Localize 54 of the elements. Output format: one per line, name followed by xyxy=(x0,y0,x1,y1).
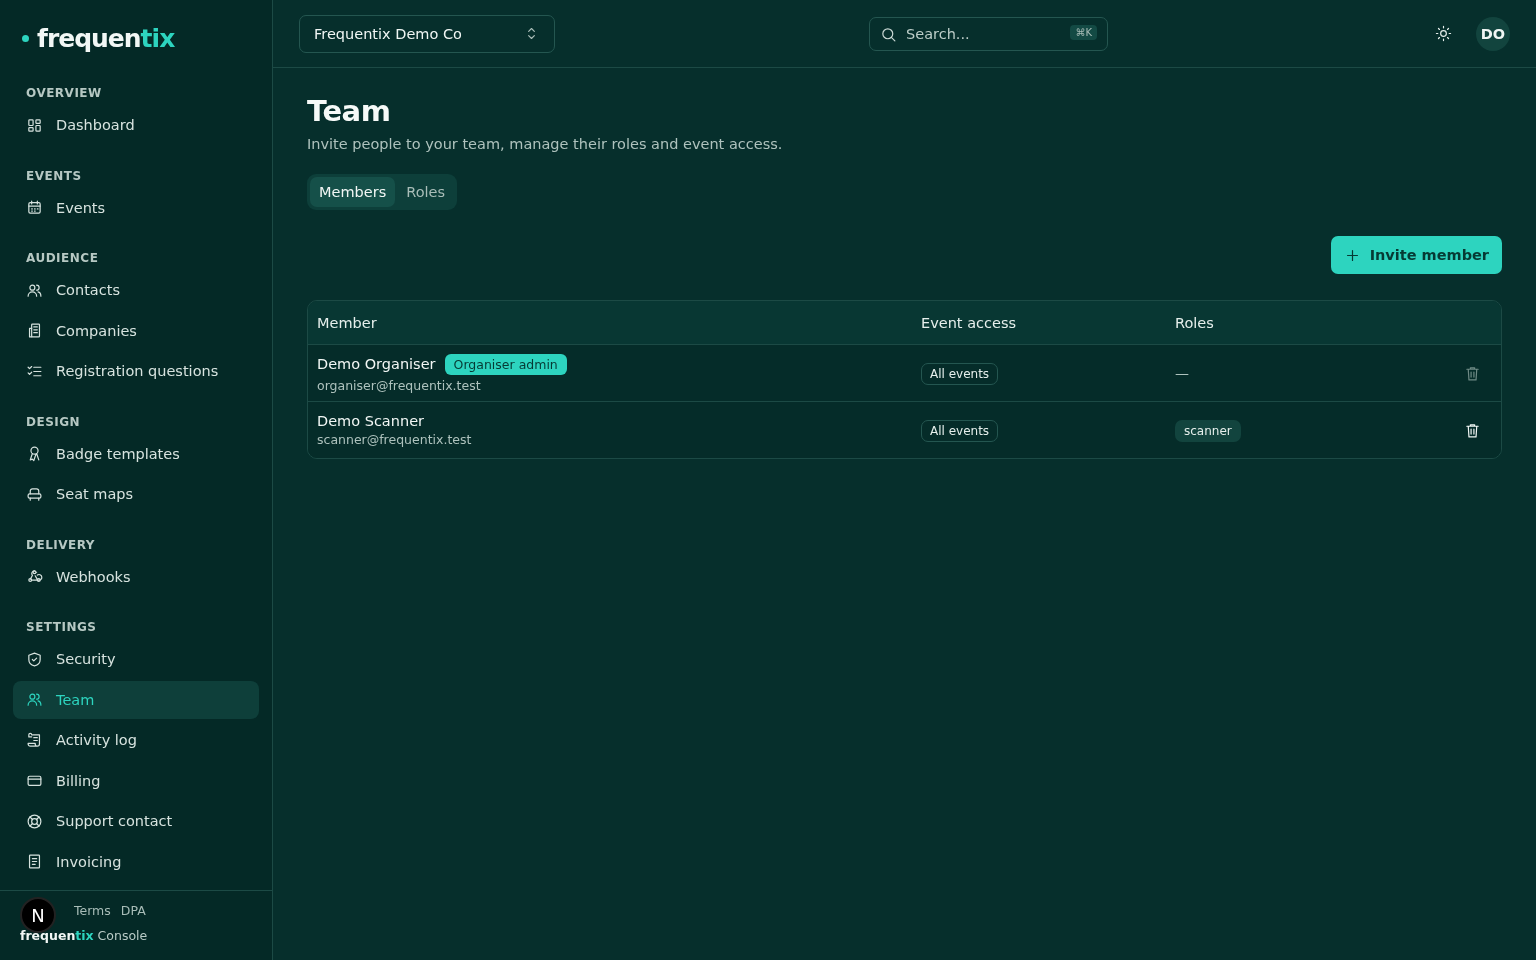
section-heading: OVERVIEW xyxy=(25,85,103,102)
member-name: Demo Scanner xyxy=(317,413,424,429)
building-icon xyxy=(26,322,43,340)
receipt-icon xyxy=(26,853,43,871)
shortcut-key: ⌘K xyxy=(1070,24,1097,40)
footer-link[interactable]: DPA xyxy=(120,903,146,918)
people-icon xyxy=(26,691,43,709)
role-tag: scanner xyxy=(1175,420,1241,442)
access-tag: All events xyxy=(921,420,999,442)
access-tag: All events xyxy=(921,363,999,385)
calendar-icon xyxy=(26,199,43,217)
organization-switcher[interactable]: Frequentix Demo Co xyxy=(299,14,555,53)
section-heading: SETTINGS xyxy=(25,619,98,636)
tab[interactable]: Roles xyxy=(397,177,454,207)
invite-member-button[interactable]: Invite member xyxy=(1330,236,1502,274)
column-header: Event access xyxy=(920,314,1017,331)
nav-item[interactable]: Team xyxy=(13,680,259,719)
page-subtitle: Invite people to your team, manage their roles and event access. xyxy=(307,136,784,152)
nav-item[interactable]: Badge templates xyxy=(13,434,259,473)
section-heading: DELIVERY xyxy=(25,536,97,554)
nav-item[interactable]: Seat maps xyxy=(13,475,259,514)
avatar-button[interactable]: DO xyxy=(1476,16,1510,51)
nav-item[interactable]: Activity log xyxy=(13,721,259,760)
column-header: Roles xyxy=(1174,314,1215,331)
logo: frequentix xyxy=(37,25,175,51)
member-email: scanner@frequentix.test xyxy=(317,432,473,447)
nav-item[interactable]: Registration questions xyxy=(13,352,259,391)
nav-item[interactable]: Webhooks xyxy=(13,557,259,596)
tab[interactable]: Members xyxy=(310,177,396,207)
nav-item[interactable]: Events xyxy=(13,188,259,227)
section-heading: EVENTS xyxy=(25,167,83,185)
nav-item[interactable]: Dashboard xyxy=(13,106,259,145)
column-header: Member xyxy=(316,314,378,331)
member-name: Demo Organiser xyxy=(317,356,436,372)
nav-item[interactable]: Invoicing xyxy=(13,842,259,881)
shield-check-icon xyxy=(26,650,43,668)
nav-item[interactable]: Support contact xyxy=(13,802,259,841)
role-badge: Organiser admin xyxy=(444,353,567,375)
search-icon xyxy=(880,25,897,43)
nav-item[interactable]: Security xyxy=(13,640,259,679)
nav-item[interactable]: Billing xyxy=(13,761,259,800)
scroll-icon xyxy=(26,731,43,749)
nav-item[interactable]: Companies xyxy=(13,311,259,350)
member-email: organiser@frequentix.test xyxy=(317,377,482,393)
section-heading: DESIGN xyxy=(25,413,82,431)
armchair-icon xyxy=(26,485,43,503)
section-heading: AUDIENCE xyxy=(25,250,100,267)
footer-link[interactable]: Terms xyxy=(74,903,111,918)
logo-dot-icon xyxy=(22,34,29,42)
lifebuoy-icon xyxy=(26,812,43,830)
grid-icon xyxy=(26,116,43,134)
page-title: Team xyxy=(307,94,392,128)
empty-value: — xyxy=(1175,365,1189,381)
nav-item[interactable]: Contacts xyxy=(13,271,259,310)
